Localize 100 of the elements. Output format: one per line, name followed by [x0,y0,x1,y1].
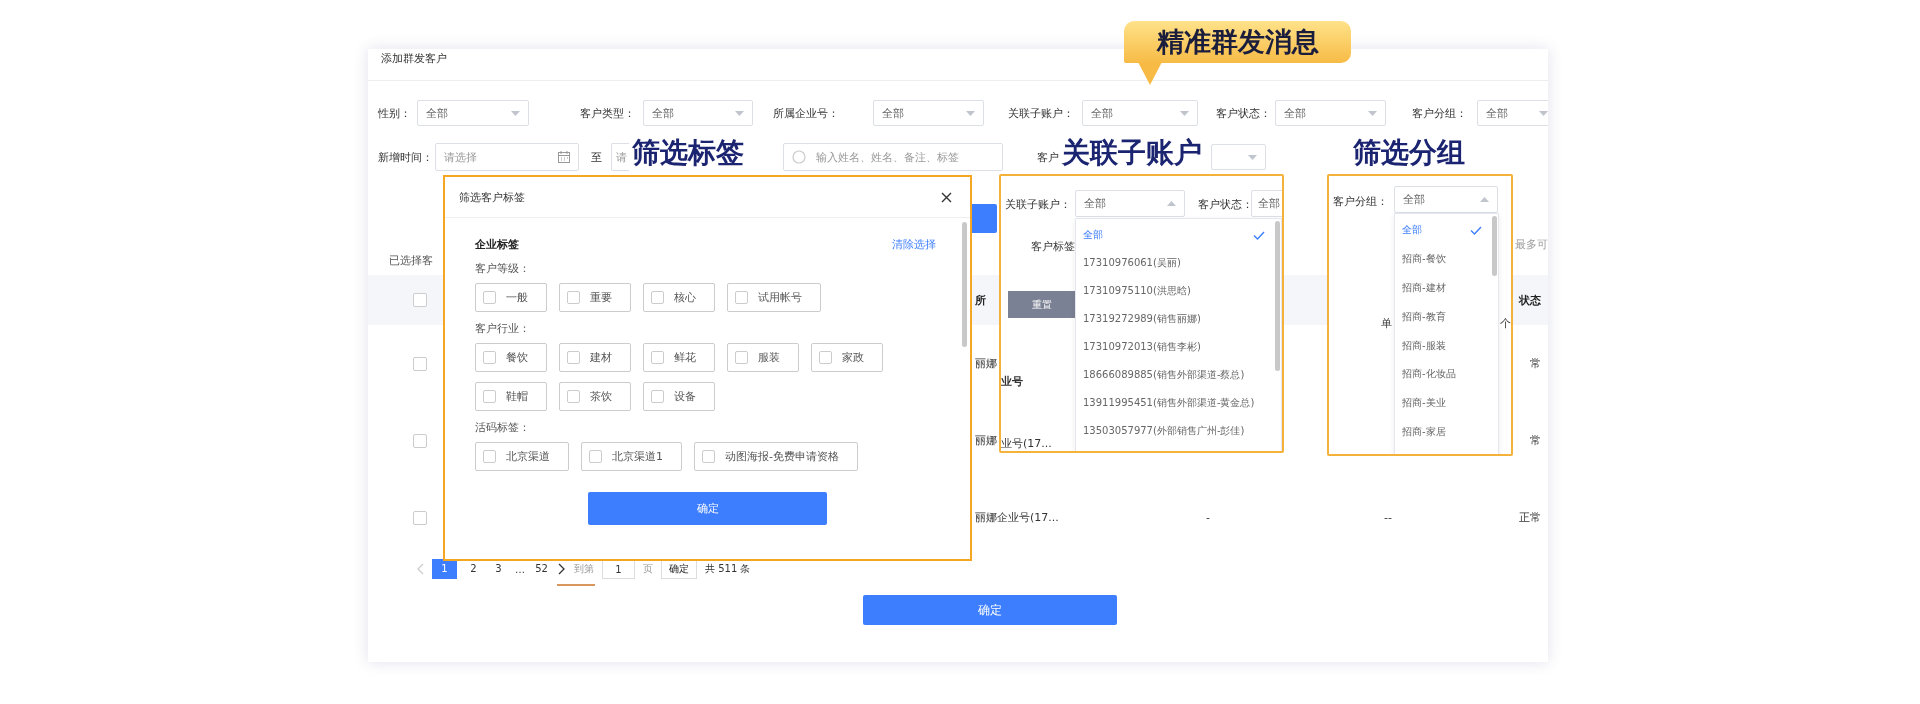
dropdown-field[interactable] [1211,144,1266,170]
tag-option[interactable]: 北京渠道 [475,442,569,471]
table-cell: 丽娜 [975,356,997,371]
tag-option[interactable]: 重要 [559,283,631,312]
tag-option[interactable]: 茶饮 [559,382,631,411]
dropdown-option[interactable]: 17310976061(吴丽) [1076,249,1281,277]
search-field[interactable]: 输入姓名、姓名、备注、标签 [783,143,1003,171]
dropdown-option[interactable]: 招商-服装 [1395,331,1498,360]
text-fragment: 单 [1381,316,1392,331]
tag-option[interactable]: 一般 [475,283,547,312]
tag-option[interactable]: 试用帐号 [727,283,821,312]
checkbox[interactable] [567,351,580,364]
checkbox[interactable] [567,390,580,403]
checkbox[interactable] [819,351,832,364]
tag-option[interactable]: 动图海报-免费申请资格 [694,442,858,471]
dropdown-option[interactable]: 17310972013(销售李彬) [1076,333,1281,361]
checkbox[interactable] [413,510,427,525]
filter-label: 关联子账户： [1005,197,1071,212]
dropdown-option[interactable]: 招商-教育 [1395,302,1498,332]
checkbox[interactable] [483,351,496,364]
page-number[interactable]: 2 [465,559,482,579]
caret-icon [1167,201,1176,206]
tag-option[interactable]: 家政 [811,343,883,372]
scrollbar[interactable] [1275,221,1280,371]
confirm-button[interactable]: 确定 [863,595,1117,625]
checkbox[interactable] [735,351,748,364]
close-icon[interactable] [941,191,952,203]
checkbox[interactable] [567,291,580,304]
confirm-button[interactable]: 确定 [588,492,827,525]
date-field[interactable]: 请选择 [435,143,579,171]
checkbox[interactable] [413,293,427,307]
dropdown-field[interactable]: 全部 [873,100,984,126]
tag-option[interactable]: 鲜花 [643,343,715,372]
total-count: 共 511 条 [705,562,751,576]
reset-button[interactable]: 重置 [1008,291,1075,318]
tag-option[interactable]: 北京渠道1 [581,442,682,471]
tag-option[interactable]: 鞋帽 [475,382,547,411]
chevron-right-icon[interactable] [558,563,566,575]
filter-label: 新增时间： [378,149,434,165]
dropdown-option[interactable]: 18666089885(销售外部渠道-蔡总) [1076,361,1281,389]
dropdown-option[interactable]: 全部 [1395,216,1498,245]
group-label: 活码标签： [475,420,531,436]
annotation-heading: 筛选标签 [632,136,744,170]
filter-label: 客户状态： [1198,197,1253,212]
checkbox[interactable] [413,433,427,448]
dropdown-field[interactable]: 全部 [417,100,529,126]
group-label: 客户行业： [475,321,531,337]
tag-option[interactable]: 核心 [643,283,715,312]
checkbox[interactable] [702,450,715,463]
dropdown-option[interactable]: 招商-建材 [1395,273,1498,303]
checkbox[interactable] [483,390,496,403]
caret-icon [1368,110,1377,116]
dropdown-field[interactable]: 全部 [1477,100,1548,126]
date-field[interactable]: 请 [611,143,629,171]
dropdown-field[interactable]: 全部 [1082,100,1198,126]
dropdown-field[interactable]: 全部 [1251,190,1282,217]
dropdown-option[interactable]: 17319272989(销售丽娜) [1076,305,1281,333]
table-cell: 丽娜 [975,433,997,448]
tag-option[interactable]: 建材 [559,343,631,372]
dropdown-option[interactable]: 全部 [1076,221,1281,249]
table-cell: 常 [1530,356,1541,371]
checkbox[interactable] [651,351,664,364]
checkbox[interactable] [651,390,664,403]
dropdown-field[interactable]: 全部 [1275,100,1386,126]
checkbox[interactable] [735,291,748,304]
tag-option[interactable]: 餐饮 [475,343,547,372]
clear-selection-link[interactable]: 清除选择 [892,236,936,252]
scrollbar[interactable] [962,222,967,347]
caret-icon [1180,110,1189,116]
dropdown-field[interactable]: 全部 [643,100,753,126]
filter-label: 关联子账户： [1008,105,1075,121]
checkbox[interactable] [413,356,427,371]
dropdown-option[interactable]: 招商-化妆品 [1395,360,1498,389]
dropdown-field[interactable]: 全部 [1394,186,1498,213]
tag-option[interactable]: 服装 [727,343,799,372]
checkbox[interactable] [483,450,496,463]
dropdown-option[interactable]: 17310975110(洪思晗) [1076,277,1281,305]
filter-label: 性别： [378,105,412,121]
go-button[interactable]: 确定 [661,559,697,579]
dropdown-option[interactable]: 招商-美业 [1395,388,1498,418]
dropdown-option[interactable]: 13503057977(外部销售广州-彭佳) [1076,417,1281,445]
dropdown-option[interactable]: 招商-家居 [1395,417,1498,447]
dropdown-field[interactable]: 全部 [1075,190,1185,217]
dropdown-option[interactable]: 13911995451(销售外部渠道-黄金总) [1076,389,1281,417]
checkbox[interactable] [651,291,664,304]
page-number[interactable]: 3 [490,559,507,579]
annotation-heading: 关联子账户 [1062,136,1202,170]
page-input[interactable]: 1 [602,559,635,579]
checkbox[interactable] [589,450,602,463]
table-cell: 正常 [1519,510,1541,525]
text-fragment: 个 [1500,316,1511,331]
page-number[interactable]: 52 [533,559,550,579]
tag-option[interactable]: 设备 [643,382,715,411]
dropdown-option[interactable]: 招商-餐饮 [1395,244,1498,274]
scrollbar[interactable] [1492,216,1497,276]
checkbox[interactable] [483,291,496,304]
page-ellipsis: … [515,563,525,575]
caret-icon [735,110,744,116]
table-cell: - [1206,511,1210,524]
page-number[interactable]: 1 [432,559,457,579]
